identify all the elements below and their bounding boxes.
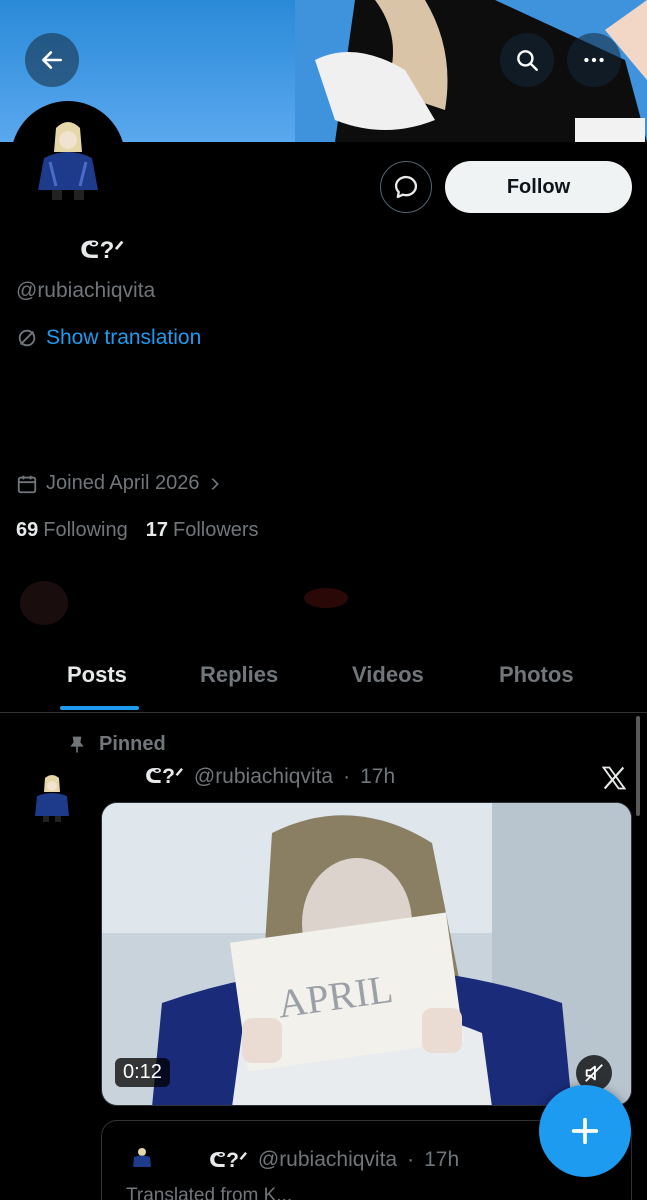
pinned-label: Pinned: [99, 733, 166, 755]
tab-replies[interactable]: Replies: [200, 662, 278, 688]
tab-posts[interactable]: Posts: [67, 662, 127, 688]
quoted-author-avatar: [129, 1144, 155, 1170]
back-button[interactable]: [25, 33, 79, 87]
quoted-author-name: ᕦ?ᐟ: [209, 1149, 248, 1172]
profile-handle: @rubiachiqvita: [16, 279, 156, 302]
search-icon: [517, 50, 538, 71]
post-video[interactable]: APRIL: [101, 802, 632, 1106]
scrollbar[interactable]: [636, 716, 640, 816]
mute-icon: [585, 1064, 603, 1082]
post-author-avatar[interactable]: [23, 768, 81, 826]
display-name: ᕦ?ᐟ: [80, 237, 125, 264]
show-translation-label: Show translation: [46, 326, 202, 349]
more-button[interactable]: [567, 33, 621, 87]
followers-link[interactable]: 17 Followers: [146, 519, 259, 542]
follow-button[interactable]: Follow: [445, 161, 632, 213]
followed-by-avatars[interactable]: [16, 578, 356, 628]
show-translation-link[interactable]: Show translation: [16, 326, 201, 350]
profile-avatar-frame: [11, 101, 125, 215]
quoted-post-header: ᕦ?ᐟ @rubiachiqvita · 17h: [209, 1148, 459, 1173]
pinned-indicator: Pinned: [67, 733, 166, 756]
video-duration: 0:12: [115, 1058, 170, 1087]
back-arrow-icon: [42, 51, 62, 69]
quoted-time: 17h: [424, 1148, 460, 1171]
post-author-name[interactable]: ᕦ?ᐟ: [145, 764, 184, 789]
video-thumbnail: APRIL: [102, 803, 631, 1105]
more-icon: [584, 57, 604, 63]
post-time[interactable]: 17h: [360, 765, 395, 789]
translate-icon: [18, 329, 36, 347]
message-button[interactable]: [380, 161, 432, 213]
joined-date[interactable]: Joined April 2026: [16, 472, 223, 495]
tab-photos[interactable]: Photos: [499, 662, 574, 688]
x-logo-icon: [601, 766, 627, 790]
search-button[interactable]: [500, 33, 554, 87]
following-count: 69: [16, 519, 39, 541]
following-link[interactable]: 69 Following: [16, 519, 128, 542]
post-header: ᕦ?ᐟ @rubiachiqvita · 17h: [145, 764, 395, 789]
quoted-translated-label: Translated from K...: [126, 1185, 293, 1200]
follow-stats: 69 Following 17 Followers: [16, 519, 259, 542]
compose-post-button[interactable]: [539, 1085, 631, 1177]
followers-count: 17: [145, 519, 168, 541]
message-icon: [394, 175, 418, 199]
following-label: Following: [43, 519, 128, 541]
post-author-handle[interactable]: @rubiachiqvita: [194, 765, 333, 789]
tab-videos[interactable]: Videos: [352, 662, 424, 688]
post-dot: ·: [343, 764, 351, 788]
calendar-icon: [17, 475, 37, 493]
chevron-right-icon: [212, 477, 220, 490]
plus-icon: [571, 1117, 599, 1145]
pin-icon: [70, 736, 84, 752]
quoted-author-handle: @rubiachiqvita: [257, 1148, 398, 1171]
profile-tabs: Posts Replies Videos Photos: [0, 640, 647, 713]
followers-label: Followers: [172, 519, 259, 541]
profile-avatar[interactable]: [16, 106, 120, 210]
quoted-dot: ·: [407, 1148, 415, 1171]
active-tab-indicator: [60, 706, 139, 710]
joined-label: Joined April 2026: [46, 472, 200, 494]
